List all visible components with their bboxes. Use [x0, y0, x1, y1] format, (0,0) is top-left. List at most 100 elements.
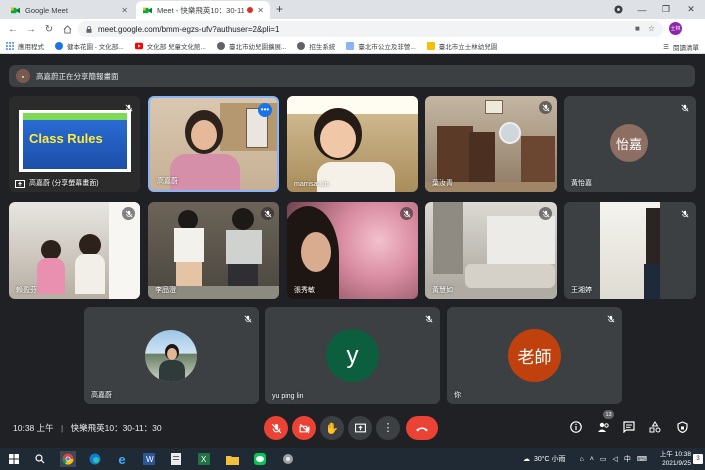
- participant-name: 高嘉蔚: [91, 392, 112, 399]
- camera-toggle-button[interactable]: [292, 416, 316, 440]
- participant-name: 葉汝青: [432, 180, 453, 187]
- clock-date: 2021/9/25: [662, 460, 691, 467]
- taskbar-file[interactable]: [168, 451, 184, 467]
- bookmark-item[interactable]: 臺北市公立及非營...: [346, 41, 416, 51]
- show-everyone-button[interactable]: [596, 420, 610, 434]
- line-app-icon: [254, 453, 266, 465]
- participant-name: marrisa Lin: [294, 181, 329, 188]
- address-bar[interactable]: meet.google.com/bmm-egzs-ufv?authuser=2&…: [78, 21, 663, 37]
- presenting-banner: ● 高嘉蔚正在分享簡報畫面: [9, 65, 695, 87]
- bookmark-apps[interactable]: 應用程式: [6, 41, 44, 51]
- slide-title: Class Rules: [29, 131, 103, 146]
- extension-icon[interactable]: [606, 0, 630, 19]
- network-icon[interactable]: ▭: [600, 455, 607, 463]
- restore-button[interactable]: ❐: [654, 0, 678, 19]
- forward-button[interactable]: →: [24, 22, 38, 36]
- mic-off-icon: [241, 312, 254, 325]
- microphone-toggle-button[interactable]: [264, 416, 288, 440]
- taskbar-chrome[interactable]: [60, 451, 76, 467]
- taskbar-app[interactable]: [280, 451, 296, 467]
- globe-icon: [216, 42, 225, 50]
- chevron-up-icon[interactable]: ˄: [590, 456, 594, 463]
- site-icon: [55, 42, 63, 50]
- bookmark-item[interactable]: 臺北市立士林幼兒園: [426, 41, 497, 51]
- meeting-time: 10:38 上午: [13, 423, 54, 433]
- participant-tile[interactable]: 賴盈芬: [9, 202, 140, 299]
- bookmark-item[interactable]: 文化部 兒童文化館...: [134, 41, 206, 51]
- participant-name: 黃慧如: [432, 287, 453, 294]
- taskbar-file-explorer[interactable]: [224, 451, 240, 467]
- mic-off-icon: [122, 101, 135, 114]
- host-controls-button[interactable]: [675, 420, 689, 434]
- close-tab-icon[interactable]: ✕: [257, 6, 264, 15]
- participant-tile[interactable]: 怡嘉 黃怡嘉: [564, 96, 696, 192]
- mic-off-icon: [271, 423, 281, 433]
- windows-start-button[interactable]: [6, 451, 22, 467]
- ime-indicator[interactable]: 中: [624, 454, 631, 464]
- volume-icon[interactable]: ◁: [613, 455, 618, 463]
- bookmark-item[interactable]: 招生系統: [297, 41, 335, 51]
- taskbar-line[interactable]: [252, 451, 268, 467]
- people-icon: [597, 422, 609, 432]
- camera-off-icon: [299, 423, 309, 433]
- activities-shapes-icon: [649, 421, 661, 433]
- taskbar-edge[interactable]: [87, 451, 103, 467]
- more-options-icon[interactable]: •••: [258, 103, 272, 117]
- mic-off-icon: [122, 207, 135, 220]
- profile-avatar[interactable]: 士林: [669, 22, 682, 35]
- home-button[interactable]: [60, 22, 74, 36]
- participant-tile-self[interactable]: 老師 你: [447, 307, 622, 404]
- svg-text:W: W: [146, 455, 154, 464]
- windows-taskbar: e W X ☁ 30°C 小雨 ⌂ ˄ ▭ ◁ 中 ⌨ 上午 10:38 202…: [0, 448, 705, 470]
- keyboard-icon[interactable]: ⌨: [637, 455, 647, 463]
- camera-in-use-icon[interactable]: ■: [635, 24, 640, 33]
- meeting-title: 快樂飛英10：30-11：30: [70, 423, 162, 433]
- close-window-button[interactable]: ✕: [679, 0, 703, 19]
- participant-tile[interactable]: 高嘉蔚: [84, 307, 259, 404]
- google-meet-favicon-icon: [143, 7, 152, 13]
- bookmark-item[interactable]: 臺北市幼兒園擴展...: [216, 41, 286, 51]
- taskbar-clock[interactable]: 上午 10:38 2021/9/25: [660, 450, 691, 468]
- more-options-button[interactable]: ⋮: [376, 416, 400, 440]
- notification-center-button[interactable]: 3: [693, 454, 703, 464]
- participant-tile-speaking[interactable]: ••• 高嘉蔚: [148, 96, 279, 192]
- leave-call-button[interactable]: [406, 416, 438, 440]
- building-icon: [346, 42, 355, 50]
- back-button[interactable]: ←: [6, 22, 20, 36]
- reading-list-button[interactable]: ☰ 閱讀清單: [663, 39, 699, 54]
- present-now-button[interactable]: [348, 416, 372, 440]
- participant-tile[interactable]: 李品澄: [148, 202, 279, 299]
- minimize-button[interactable]: —: [630, 0, 654, 19]
- bookmarks-bar: 應用程式 健本花園 - 文化部... 文化部 兒童文化館... 臺北市幼兒園擴展…: [0, 39, 705, 54]
- taskbar-internet-explorer[interactable]: e: [114, 451, 130, 467]
- new-tab-button[interactable]: +: [276, 2, 283, 16]
- weather-text[interactable]: 30°C 小雨: [534, 454, 566, 464]
- close-tab-icon[interactable]: ✕: [121, 6, 128, 15]
- participant-tile[interactable]: 葉汝青: [425, 96, 557, 192]
- bookmark-item[interactable]: 健本花園 - 文化部...: [55, 41, 124, 51]
- participant-tile[interactable]: 王湘婷: [564, 202, 696, 299]
- participant-tile[interactable]: 張秀敏: [287, 202, 418, 299]
- activities-button[interactable]: [648, 420, 662, 434]
- raise-hand-button[interactable]: ✋: [320, 416, 344, 440]
- tab-strip: Google Meet ✕ Meet - 快樂飛英10：30-11： ✕ + —…: [0, 0, 705, 19]
- notification-area-icon[interactable]: ⌂: [580, 456, 584, 463]
- search-button[interactable]: [32, 451, 48, 467]
- tab-google-meet[interactable]: Google Meet ✕: [4, 1, 134, 19]
- tab-meet-active[interactable]: Meet - 快樂飛英10：30-11： ✕: [136, 1, 270, 19]
- lock-icon: [86, 25, 92, 33]
- participant-avatar: y: [326, 329, 379, 382]
- chat-button[interactable]: [622, 420, 636, 434]
- document-icon: [171, 453, 181, 465]
- reload-button[interactable]: ↻: [42, 22, 56, 36]
- meeting-details-button[interactable]: [569, 420, 583, 434]
- participant-tile[interactable]: marrisa Lin: [287, 96, 418, 192]
- taskbar-excel[interactable]: X: [196, 451, 212, 467]
- participant-tile[interactable]: 黃慧如: [425, 202, 557, 299]
- star-bookmark-icon[interactable]: ☆: [648, 24, 655, 33]
- taskbar-word[interactable]: W: [141, 451, 157, 467]
- participant-tile-screen-share[interactable]: Class Rules 高嘉蔚 (分享螢幕畫面): [9, 96, 140, 192]
- participant-tile[interactable]: y yu ping lin: [265, 307, 440, 404]
- meeting-info: 10:38 上午 | 快樂飛英10：30-11：30: [13, 423, 162, 433]
- youtube-icon: [134, 42, 143, 50]
